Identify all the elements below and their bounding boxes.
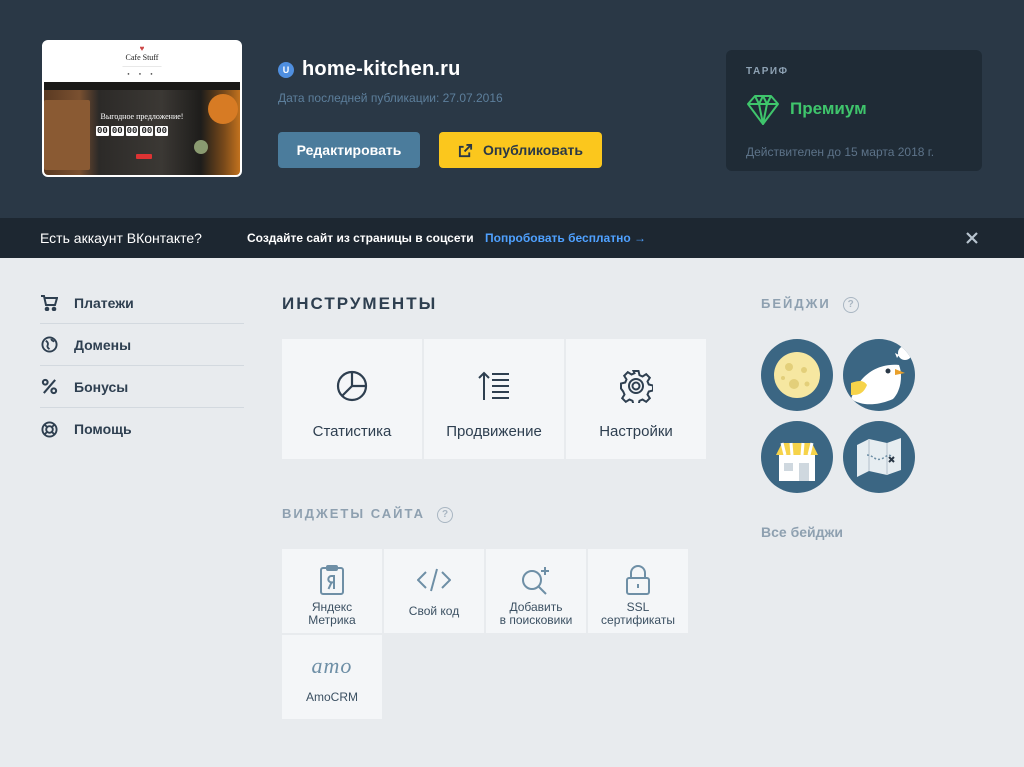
sidebar-item-domains[interactable]: Домены xyxy=(40,324,244,366)
sidebar-item-label: Платежи xyxy=(74,294,134,311)
promo-question: Есть аккаунт ВКонтакте? xyxy=(40,230,202,246)
tariff-name: Премиум xyxy=(790,99,867,118)
sidebar-item-label: Домены xyxy=(74,336,132,353)
widget-label: AmoCRM xyxy=(305,690,358,704)
help-icon[interactable]: ? xyxy=(842,296,859,313)
preview-logo-icon: ♥ xyxy=(139,44,145,53)
lock-icon xyxy=(626,565,650,595)
amo-logo: amo xyxy=(311,653,353,678)
tool-settings[interactable]: Настройки xyxy=(566,339,706,459)
help-icon[interactable]: ? xyxy=(437,506,453,523)
user-badge-icon: U xyxy=(278,61,294,78)
sidebar-item-payments[interactable]: Платежи xyxy=(40,282,244,324)
promo-try-free-link[interactable]: Попробовать бесплатно → xyxy=(485,231,646,245)
preview-social-icons: ● ● ● xyxy=(127,71,157,76)
cart-icon xyxy=(40,294,58,312)
tool-label: Настройки xyxy=(599,423,673,440)
preview-button xyxy=(136,154,152,159)
badges-grid xyxy=(761,339,917,493)
widget-add-to-search[interactable]: Добавить в поисковики xyxy=(486,549,586,633)
header: ♥ Cafe Stuff ————————————— ● ● ● Выгодно… xyxy=(0,0,1024,218)
tool-label: Продвижение xyxy=(446,423,542,440)
site-info: U home-kitchen.ru Дата последней публика… xyxy=(278,58,503,105)
edit-button[interactable]: Редактировать xyxy=(278,132,420,168)
diamond-icon xyxy=(747,95,779,125)
tool-label: Статистика xyxy=(312,423,392,440)
preview-timer: 00 00 00 00 00 xyxy=(96,126,169,136)
sidebar: Платежи Домены Бонусы Помощь xyxy=(40,282,244,450)
sort-list-icon xyxy=(478,369,510,403)
all-badges-link[interactable]: Все бейджи xyxy=(761,524,843,540)
lifebuoy-icon xyxy=(40,420,58,438)
gear-icon xyxy=(619,369,653,403)
bird-badge[interactable] xyxy=(843,339,915,411)
map-badge[interactable] xyxy=(843,421,915,493)
badges-title: БЕЙДЖИ? xyxy=(761,296,859,313)
sidebar-item-help[interactable]: Помощь xyxy=(40,408,244,450)
code-icon xyxy=(417,565,451,595)
sidebar-item-bonuses[interactable]: Бонусы xyxy=(40,366,244,408)
vk-promo-bar: Есть аккаунт ВКонтакте? Создайте сайт из… xyxy=(0,218,1024,258)
close-icon[interactable] xyxy=(964,230,980,246)
preview-title: Cafe Stuff xyxy=(125,53,159,62)
tariff-label: ТАРИФ xyxy=(746,66,789,77)
tariff-valid-until: Действителен до 15 марта 2018 г. xyxy=(746,145,935,159)
tool-promotion[interactable]: Продвижение xyxy=(424,339,564,459)
promo-text: Создайте сайт из страницы в соцсети xyxy=(247,231,474,245)
pie-chart-icon xyxy=(335,369,369,403)
shop-badge[interactable] xyxy=(761,421,833,493)
external-link-icon xyxy=(458,143,473,157)
widget-custom-code[interactable]: Свой код xyxy=(384,549,484,633)
percent-icon xyxy=(40,378,58,396)
moon-badge[interactable] xyxy=(761,339,833,411)
sidebar-item-label: Бонусы xyxy=(74,378,129,395)
widget-label: Добавить в поисковики xyxy=(499,600,573,627)
yandex-metrika-icon xyxy=(320,565,344,595)
widgets-grid: Яндекс Метрика Свой код Добавить в поиск… xyxy=(282,549,690,719)
tools-grid: Статистика Продвижение Настройки xyxy=(282,339,706,459)
widget-label: Свой код xyxy=(408,604,460,618)
tools-title: ИНСТРУМЕНТЫ xyxy=(282,294,438,313)
site-preview-thumbnail[interactable]: ♥ Cafe Stuff ————————————— ● ● ● Выгодно… xyxy=(42,40,242,177)
publish-button-label: Опубликовать xyxy=(483,142,583,158)
tariff-card: ТАРИФ Премиум Действителен до 15 марта 2… xyxy=(726,50,982,171)
widget-ssl[interactable]: SSL сертификаты xyxy=(588,549,688,633)
preview-hero-image: Выгодное предложение! 00 00 00 00 00 xyxy=(44,90,240,175)
widget-label: SSL сертификаты xyxy=(601,600,675,627)
preview-caption: Выгодное предложение! xyxy=(100,112,184,121)
widget-yandex-metrika[interactable]: Яндекс Метрика xyxy=(282,549,382,633)
last-publish-date: Дата последней публикации: 27.07.2016 xyxy=(278,91,503,105)
preview-subtitle-line: ————————————— xyxy=(122,64,162,68)
publish-button[interactable]: Опубликовать xyxy=(439,132,602,168)
site-name[interactable]: home-kitchen.ru xyxy=(302,58,461,81)
globe-icon xyxy=(40,336,58,354)
widget-label: Яндекс Метрика xyxy=(308,600,356,627)
tool-statistics[interactable]: Статистика xyxy=(282,339,422,459)
widgets-title: ВИДЖЕТЫ САЙТА? xyxy=(282,506,453,523)
widget-amocrm[interactable]: amo AmoCRM xyxy=(282,635,382,719)
search-plus-icon xyxy=(521,565,551,595)
sidebar-item-label: Помощь xyxy=(74,421,132,437)
preview-nav-bar xyxy=(44,82,240,90)
